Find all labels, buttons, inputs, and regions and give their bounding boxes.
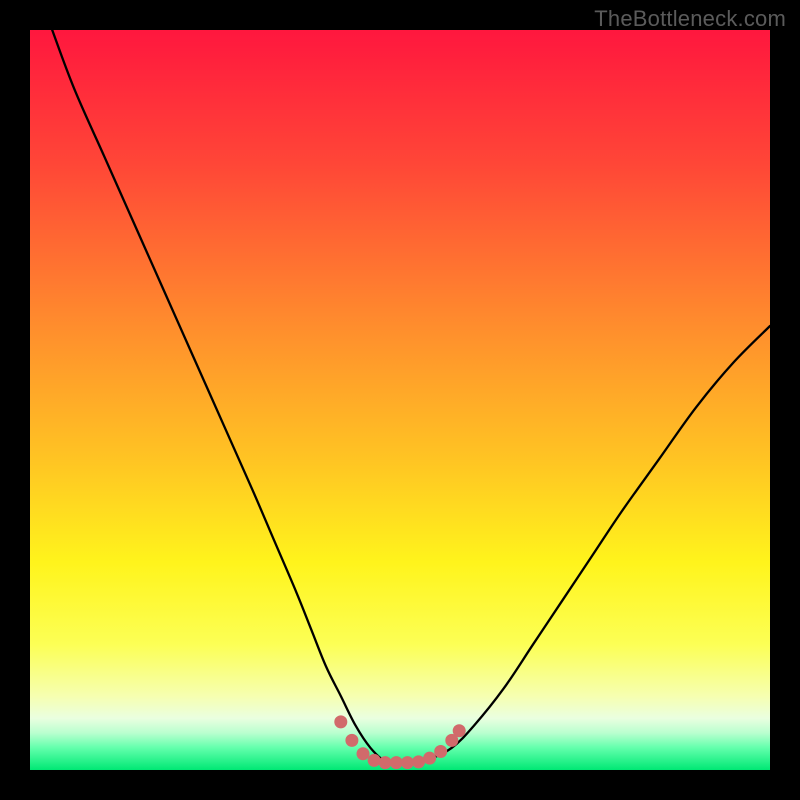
series-bottleneck-curve bbox=[52, 30, 770, 763]
watermark-text: TheBottleneck.com bbox=[594, 6, 786, 32]
marker-sweet-spot-markers bbox=[345, 734, 358, 747]
marker-sweet-spot-markers bbox=[401, 756, 414, 769]
marker-sweet-spot-markers bbox=[412, 755, 425, 768]
marker-sweet-spot-markers bbox=[423, 752, 436, 765]
chart-frame: TheBottleneck.com bbox=[0, 0, 800, 800]
marker-sweet-spot-markers bbox=[453, 724, 466, 737]
marker-sweet-spot-markers bbox=[434, 745, 447, 758]
marker-sweet-spot-markers bbox=[368, 754, 381, 767]
marker-sweet-spot-markers bbox=[357, 747, 370, 760]
curve-layer bbox=[30, 30, 770, 770]
marker-sweet-spot-markers bbox=[334, 715, 347, 728]
plot-area bbox=[30, 30, 770, 770]
marker-sweet-spot-markers bbox=[379, 756, 392, 769]
marker-sweet-spot-markers bbox=[390, 756, 403, 769]
